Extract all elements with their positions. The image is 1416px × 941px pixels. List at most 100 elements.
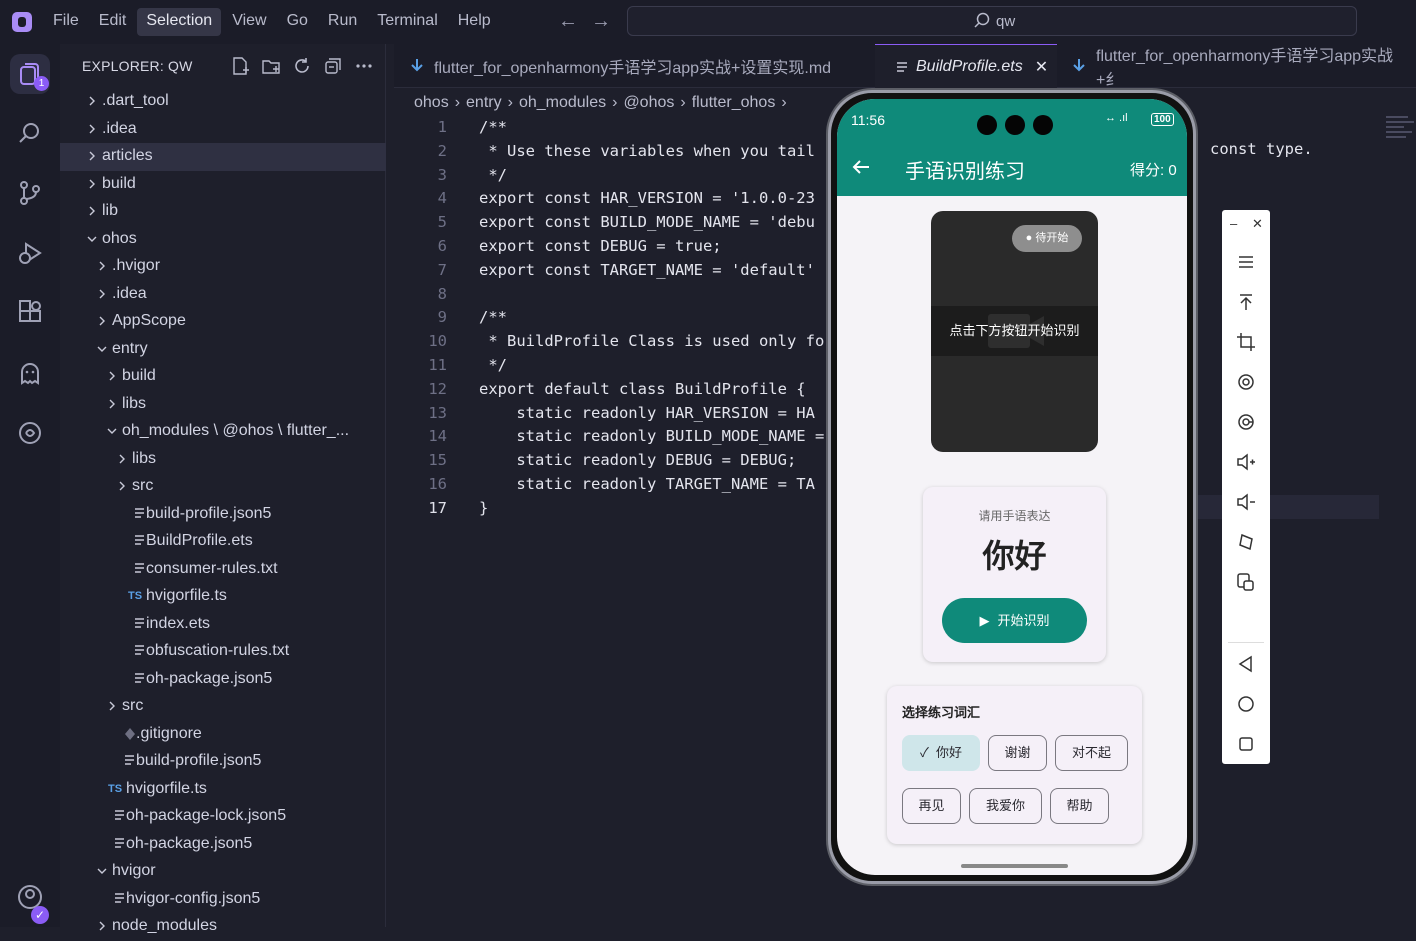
- home-indicator[interactable]: [961, 864, 1068, 868]
- tree-file[interactable]: TS hvigorfile.ts: [60, 776, 386, 804]
- menu-edit[interactable]: Edit: [90, 8, 136, 36]
- menu-bar: File Edit Selection View Go Run Terminal Help: [44, 8, 500, 36]
- tree-file[interactable]: consumer-rules.txt: [60, 556, 386, 584]
- tree-folder[interactable]: .dart_tool: [60, 88, 386, 116]
- tab-buildprofile[interactable]: BuildProfile.ets ✕: [875, 44, 1057, 88]
- menu-icon[interactable]: [1236, 252, 1256, 272]
- vocab-chip-xiexie[interactable]: 谢谢: [988, 735, 1047, 771]
- vocab-chip-bangzhu[interactable]: 帮助: [1050, 788, 1109, 824]
- screenshot-icon[interactable]: [1236, 572, 1256, 592]
- menu-go[interactable]: Go: [278, 8, 317, 36]
- code-line: /**: [479, 118, 507, 136]
- tree-file[interactable]: TS hvigorfile.ts: [60, 583, 386, 611]
- tree-file[interactable]: BuildProfile.ets: [60, 528, 386, 556]
- crop-icon[interactable]: [1236, 332, 1256, 352]
- vocab-chip-woaini[interactable]: 我爱你: [969, 788, 1042, 824]
- new-file-icon[interactable]: [230, 56, 250, 76]
- tree-label: ohos: [102, 229, 137, 247]
- new-folder-icon[interactable]: [261, 56, 281, 76]
- tree-folder[interactable]: libs: [60, 391, 386, 419]
- tree-folder[interactable]: entry: [60, 336, 386, 364]
- breadcrumb-item[interactable]: @ohos: [623, 94, 674, 112]
- menu-file[interactable]: File: [44, 8, 88, 36]
- eraser-icon[interactable]: [1236, 532, 1256, 552]
- tree-file[interactable]: obfuscation-rules.txt: [60, 638, 386, 666]
- explorer-tab[interactable]: 1: [10, 54, 50, 94]
- back-arrow-icon[interactable]: [852, 159, 870, 175]
- search-icon[interactable]: [17, 120, 43, 146]
- tree-folder[interactable]: AppScope: [60, 308, 386, 336]
- rotate-alt-icon[interactable]: [1236, 412, 1256, 432]
- menu-run[interactable]: Run: [319, 8, 366, 36]
- assistant-icon[interactable]: [17, 420, 43, 446]
- code-line: }: [479, 498, 489, 517]
- breadcrumb-item[interactable]: entry: [466, 94, 502, 112]
- tree-folder[interactable]: .hvigor: [60, 253, 386, 281]
- file-lines-icon: [135, 535, 144, 545]
- minimap[interactable]: [1386, 116, 1416, 156]
- tree-folder[interactable]: oh_modules \ @ohos \ flutter_...: [60, 418, 386, 446]
- tree-folder[interactable]: articles: [60, 143, 386, 171]
- forward-arrow-icon[interactable]: →: [591, 10, 611, 33]
- home-circle-icon[interactable]: [1236, 694, 1256, 714]
- run-debug-icon[interactable]: [17, 240, 43, 266]
- source-control-icon[interactable]: [17, 180, 43, 206]
- chip-label: 我爱你: [985, 798, 1025, 813]
- tree-folder[interactable]: ohos: [60, 226, 386, 254]
- tree-folder[interactable]: libs: [60, 446, 386, 474]
- vocab-chip-nihao[interactable]: ✓ 你好: [902, 735, 980, 771]
- tree-folder[interactable]: .idea: [60, 116, 386, 144]
- volume-up-icon[interactable]: [1236, 452, 1256, 472]
- tab-other-md[interactable]: flutter_for_openharmony手语学习app实战+纟: [1072, 44, 1416, 88]
- code-line: static readonly BUILD_MODE_NAME =: [479, 427, 825, 446]
- breadcrumb-item[interactable]: flutter_ohos: [692, 94, 776, 112]
- tree-file[interactable]: oh-package-lock.json5: [60, 803, 386, 831]
- tree-file[interactable]: index.ets: [60, 611, 386, 639]
- menu-terminal[interactable]: Terminal: [368, 8, 446, 36]
- rotate-icon[interactable]: [1236, 372, 1256, 392]
- tree-folder[interactable]: build: [60, 171, 386, 199]
- command-search[interactable]: qw: [627, 6, 1357, 36]
- pin-top-icon[interactable]: [1236, 292, 1256, 312]
- tree-label: libs: [122, 394, 147, 412]
- tree-folder[interactable]: build: [60, 363, 386, 391]
- tree-file[interactable]: .gitignore: [60, 721, 386, 749]
- vocab-chip-duibuqi[interactable]: 对不起: [1055, 735, 1128, 771]
- line-number: 7: [437, 260, 447, 279]
- tab-bar: flutter_for_openharmony手语学习app实战+设置实现.md…: [394, 44, 1416, 88]
- tree-file[interactable]: hvigor-config.json5: [60, 886, 386, 914]
- more-icon[interactable]: [354, 56, 374, 76]
- menu-view[interactable]: View: [223, 8, 275, 36]
- menu-help[interactable]: Help: [449, 8, 500, 36]
- ghost-icon[interactable]: [17, 360, 43, 386]
- tree-file[interactable]: build-profile.json5: [60, 748, 386, 776]
- explorer-title: EXPLORER: QW: [82, 58, 193, 74]
- tree-folder[interactable]: hvigor: [60, 858, 386, 886]
- collapse-all-icon[interactable]: [323, 56, 343, 76]
- line-number: 15: [428, 451, 447, 470]
- back-triangle-icon[interactable]: [1236, 654, 1256, 674]
- tree-file[interactable]: build-profile.json5: [60, 501, 386, 529]
- tree-folder[interactable]: lib: [60, 198, 386, 226]
- breadcrumb-item[interactable]: ohos: [414, 94, 449, 112]
- chevron-down-icon: [87, 236, 97, 242]
- close-icon[interactable]: ✕: [1252, 216, 1263, 232]
- tree-folder[interactable]: .idea: [60, 281, 386, 309]
- extensions-icon[interactable]: [17, 300, 43, 326]
- menu-selection[interactable]: Selection: [137, 8, 222, 36]
- breadcrumb-item[interactable]: oh_modules: [519, 94, 606, 112]
- tree-file[interactable]: oh-package.json5: [60, 666, 386, 694]
- start-recognition-button[interactable]: ▶ 开始识别: [942, 598, 1087, 643]
- chevron-down-icon: [97, 868, 107, 874]
- tab-settings-md[interactable]: flutter_for_openharmony手语学习app实战+设置实现.md: [410, 44, 870, 88]
- minimize-icon[interactable]: –: [1230, 216, 1237, 231]
- volume-down-icon[interactable]: [1236, 492, 1256, 512]
- close-icon[interactable]: ✕: [1035, 57, 1048, 77]
- refresh-icon[interactable]: [292, 56, 312, 76]
- vocab-chip-zaijian[interactable]: 再见: [902, 788, 961, 824]
- tree-folder[interactable]: src: [60, 693, 386, 721]
- tree-folder[interactable]: src: [60, 473, 386, 501]
- back-arrow-icon[interactable]: ←: [558, 10, 578, 33]
- recents-square-icon[interactable]: [1236, 734, 1256, 754]
- tree-file[interactable]: oh-package.json5: [60, 831, 386, 859]
